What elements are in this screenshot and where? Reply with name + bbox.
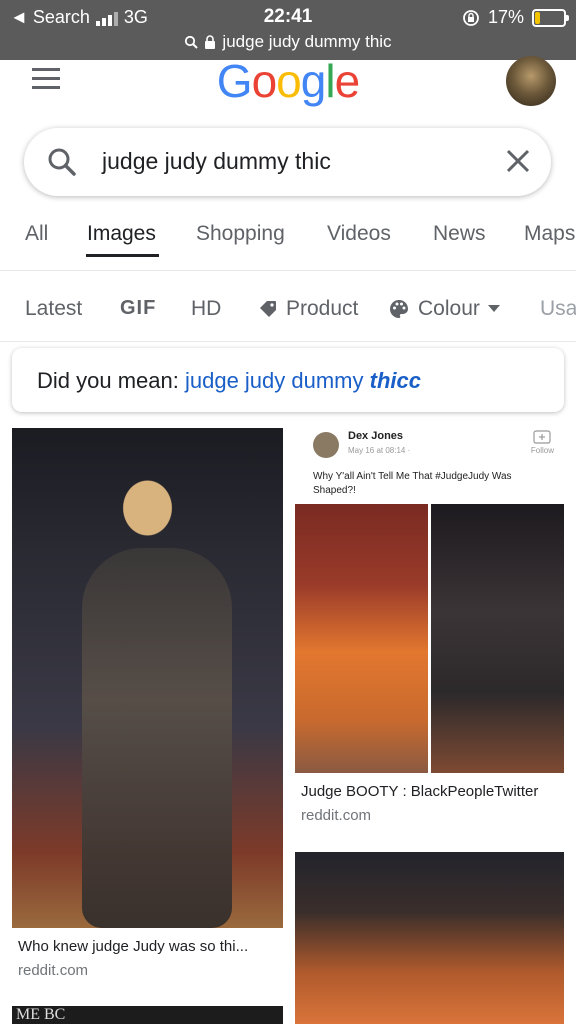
chip-product[interactable]: Product — [258, 297, 358, 321]
search-input[interactable]: judge judy dummy thic — [102, 148, 331, 175]
result-domain: reddit.com — [18, 962, 89, 979]
result-caption-2[interactable]: Judge BOOTY : BlackPeopleTwitter reddit.… — [295, 773, 564, 843]
image-subject — [82, 548, 232, 928]
did-you-mean-prefix: Did you mean: — [37, 368, 185, 393]
result-title[interactable]: Who knew judge Judy was so thi... — [18, 938, 248, 955]
rotation-lock-icon — [463, 9, 479, 26]
chip-usage[interactable]: Usa — [540, 297, 576, 321]
chip-hd[interactable]: HD — [191, 297, 221, 321]
tab-shopping[interactable]: Shopping — [196, 222, 285, 246]
result-title[interactable]: Judge BOOTY : BlackPeopleTwitter — [301, 783, 538, 800]
tweet-author: Dex Jones — [348, 430, 404, 442]
tab-all[interactable]: All — [25, 222, 48, 246]
tweet-text: Why Y'all Ain't Tell Me That #JudgeJudy … — [313, 471, 512, 496]
tweet-avatar — [313, 432, 339, 458]
search-icon[interactable] — [46, 146, 78, 178]
search-box[interactable]: judge judy dummy thic — [24, 128, 551, 196]
battery-percent: 17% — [487, 7, 524, 27]
chip-label: Usa — [540, 297, 576, 320]
result-image-2[interactable]: Dex Jones May 16 at 08:14 · Follow Why Y… — [295, 428, 564, 773]
tab-maps[interactable]: Maps — [524, 222, 575, 246]
google-logo[interactable]: Google — [0, 54, 576, 108]
tab-videos[interactable]: Videos — [327, 222, 391, 246]
result-image-4[interactable]: ME BC — [12, 1006, 283, 1024]
chip-latest[interactable]: Latest — [25, 297, 82, 321]
chevron-down-icon — [487, 305, 500, 312]
search-tabs: All Images Shopping Videos News Maps — [0, 210, 576, 271]
url-text: judge judy dummy thic — [222, 32, 392, 51]
battery-icon — [532, 8, 569, 27]
tab-news[interactable]: News — [433, 222, 486, 246]
suggestion-correction: thicc — [369, 368, 421, 393]
did-you-mean-text: Did you mean: judge judy dummy thicc — [37, 368, 421, 394]
status-bar: ◄ Search 3G 22:41 17% judge judy dummy t… — [0, 0, 576, 60]
active-tab-indicator — [86, 254, 159, 257]
tab-images[interactable]: Images — [87, 222, 156, 246]
chip-label: Latest — [25, 297, 83, 320]
follow-label: Follow — [530, 446, 554, 455]
address-bar[interactable]: judge judy dummy thic — [0, 32, 576, 52]
tweet-photo-right — [431, 504, 564, 773]
partial-image-text: ME BC — [16, 1006, 66, 1023]
result-image-3[interactable] — [295, 852, 564, 1024]
tag-icon — [260, 301, 276, 317]
palette-icon — [390, 300, 408, 318]
result-domain: reddit.com — [301, 807, 372, 824]
tweet-header: Dex Jones May 16 at 08:14 · Follow Why Y… — [295, 428, 564, 504]
did-you-mean-card: Did you mean: judge judy dummy thicc — [12, 348, 564, 412]
search-small-icon — [185, 35, 199, 49]
chip-gif[interactable]: GIF — [120, 297, 156, 320]
chip-label: Colour — [418, 297, 480, 320]
suggestion-text: judge judy dummy — [184, 368, 370, 393]
chip-label: HD — [191, 297, 222, 320]
filter-chips: Latest GIF HD Product Colour Usa — [0, 271, 576, 342]
google-header: Google — [0, 55, 576, 118]
chip-label: GIF — [120, 297, 157, 319]
status-right: 17% — [462, 7, 569, 28]
result-caption-1[interactable]: Who knew judge Judy was so thi... reddit… — [12, 928, 283, 1008]
chip-label: Product — [286, 297, 359, 320]
follow-icon — [533, 430, 552, 444]
chip-colour[interactable]: Colour — [388, 297, 500, 321]
close-icon[interactable] — [505, 148, 531, 174]
result-image-1[interactable] — [12, 428, 283, 928]
tweet-date: May 16 at 08:14 · — [348, 446, 411, 455]
lock-icon — [205, 35, 216, 49]
account-avatar[interactable] — [506, 56, 556, 106]
tweet-follow: Follow — [531, 430, 554, 455]
suggestion-link[interactable]: judge judy dummy thicc — [185, 368, 421, 393]
tweet-photo-left — [295, 504, 428, 773]
